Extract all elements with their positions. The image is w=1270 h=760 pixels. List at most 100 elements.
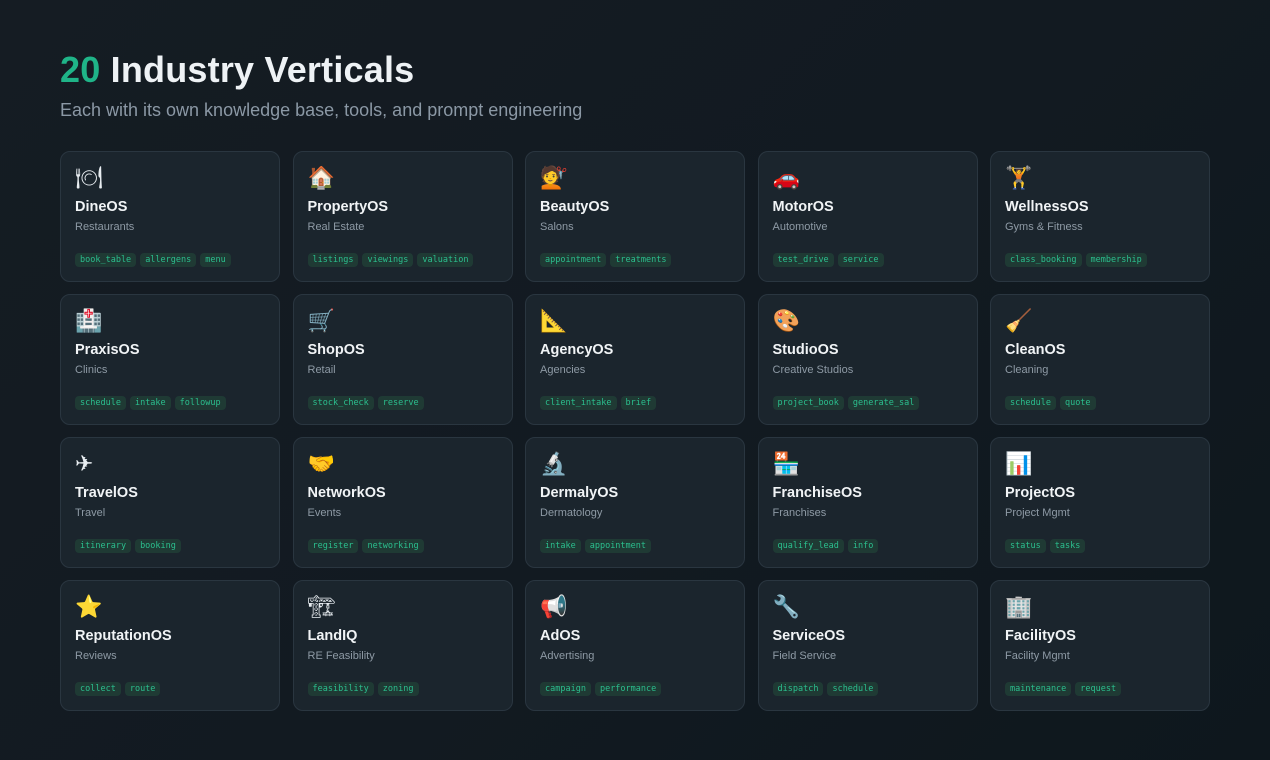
tool-tag: client_intake xyxy=(540,396,617,410)
card-title: TravelOS xyxy=(75,485,138,501)
construction-icon: 🏗 xyxy=(307,595,336,620)
card-title: ReputationOS xyxy=(75,628,172,644)
card-title: LandIQ xyxy=(307,628,358,644)
vertical-card[interactable]: 🏥 PraxisOS Clinics schedule intake followup xyxy=(60,294,280,425)
vertical-card[interactable]: 🎨 StudioOS Creative Studios project_book gen… xyxy=(757,294,978,425)
vertical-card[interactable]: 🧹 CleanOS Cleaning schedule quote xyxy=(990,294,1210,425)
tool-tag: brief xyxy=(620,396,657,410)
vertical-card[interactable]: 🚗 MotorOS Automotive test_drive service xyxy=(757,151,978,282)
tool-tag: intake xyxy=(540,539,581,553)
card-subtitle: Cleaning xyxy=(1005,364,1049,376)
hospital-icon: 🏥 xyxy=(75,309,103,334)
wrench-icon: 🔧 xyxy=(772,595,800,620)
tool-tag: class_booking xyxy=(1005,253,1082,267)
tool-tags: itinerary booking xyxy=(75,539,181,553)
tool-tag: campaign xyxy=(540,682,591,696)
vertical-card[interactable]: 📢 AdOS Advertising campaign performance xyxy=(525,580,745,711)
tool-tag: generate_sal xyxy=(847,396,920,410)
tool-tags: feasibility zoning xyxy=(307,682,419,696)
tool-tags: campaign performance xyxy=(540,682,662,696)
vertical-card[interactable]: 🛒 ShopOS Retail stock_check reserve xyxy=(292,294,513,425)
tool-tag: stock_check xyxy=(307,396,374,410)
star-icon: ⭐ xyxy=(75,595,103,620)
tool-tags: listings viewings valuation xyxy=(307,253,474,267)
tool-tag: qualify_lead xyxy=(772,539,844,553)
vertical-card[interactable]: 🤝 NetworkOS Events register networking xyxy=(292,437,513,568)
haircut-icon: 💇 xyxy=(540,166,568,191)
tool-tag: feasibility xyxy=(307,682,374,696)
tool-tag: appointment xyxy=(540,253,607,267)
card-title: DermalyOS xyxy=(540,485,619,501)
tool-tag: status xyxy=(1005,539,1046,553)
tool-tag: collect xyxy=(75,682,121,696)
card-subtitle: Dermatology xyxy=(540,507,603,519)
vertical-card[interactable]: 📐 AgencyOS Agencies client_intake brief xyxy=(525,294,745,425)
card-title: ServiceOS xyxy=(772,628,846,644)
tool-tags: stock_check reserve xyxy=(307,396,424,410)
card-subtitle: Creative Studios xyxy=(772,364,854,376)
verticals-grid: 🍽 DineOS Restaurants book_table allergens men… xyxy=(60,151,1210,711)
card-title: FranchiseOS xyxy=(772,485,862,501)
card-title: ProjectOS xyxy=(1005,485,1076,501)
tool-tags: status tasks xyxy=(1005,539,1086,553)
card-subtitle: Facility Mgmt xyxy=(1005,650,1070,662)
tool-tags: appointment treatments xyxy=(540,253,672,267)
airplane-icon: ✈ xyxy=(75,452,94,477)
tool-tag: tasks xyxy=(1049,539,1086,553)
card-subtitle: Clinics xyxy=(75,364,108,376)
handshake-icon: 🤝 xyxy=(307,452,335,477)
tool-tag: test_drive xyxy=(772,253,834,267)
megaphone-icon: 📢 xyxy=(540,595,568,620)
tool-tag: reserve xyxy=(377,396,424,410)
page-subtitle: Each with its own knowledge base, tools,… xyxy=(60,100,583,120)
card-subtitle: Reviews xyxy=(75,650,117,662)
vertical-card[interactable]: 🏗 LandIQ RE Feasibility feasibility zoning xyxy=(292,580,513,711)
tool-tag: viewings xyxy=(362,253,414,267)
card-subtitle: Franchises xyxy=(772,507,827,519)
card-subtitle: Automotive xyxy=(772,221,828,233)
card-subtitle: Gyms & Fitness xyxy=(1005,221,1083,233)
card-subtitle: RE Feasibility xyxy=(307,650,375,662)
tool-tag: quote xyxy=(1059,396,1096,410)
vertical-card[interactable]: 🏪 FranchiseOS Franchises qualify_lead info xyxy=(757,437,978,568)
shopping-cart-icon: 🛒 xyxy=(307,309,335,334)
card-title: FacilityOS xyxy=(1005,628,1076,644)
plate-cutlery-icon: 🍽 xyxy=(75,166,103,191)
card-title: MotorOS xyxy=(772,199,834,215)
tool-tags: book_table allergens menu xyxy=(75,253,231,267)
house-icon: 🏠 xyxy=(307,166,335,191)
tool-tag: appointment xyxy=(584,539,652,553)
weightlifter-icon: 🏋 xyxy=(1005,166,1033,191)
triangle-ruler-icon: 📐 xyxy=(540,309,568,334)
vertical-card[interactable]: 🔧 ServiceOS Field Service dispatch schedule xyxy=(757,580,978,711)
tool-tag: menu xyxy=(200,253,231,267)
vertical-card[interactable]: 💇 BeautyOS Salons appointment treatments xyxy=(525,151,745,282)
tool-tag: followup xyxy=(174,396,226,410)
vertical-card[interactable]: 🏋 WellnessOS Gyms & Fitness class_booking me… xyxy=(990,151,1210,282)
page-header: 20 Industry Verticals Each with its own … xyxy=(60,50,582,121)
vertical-card[interactable]: 🏠 PropertyOS Real Estate listings viewings va… xyxy=(292,151,513,282)
vertical-card[interactable]: 🏢 FacilityOS Facility Mgmt maintenance reque… xyxy=(990,580,1210,711)
tool-tag: performance xyxy=(594,682,662,696)
tool-tag: schedule xyxy=(1005,396,1056,410)
tool-tags: client_intake brief xyxy=(540,396,657,410)
tool-tag: maintenance xyxy=(1005,682,1072,696)
tool-tag: treatments xyxy=(610,253,672,267)
tool-tag: route xyxy=(124,682,161,696)
page-title: 20 Industry Verticals xyxy=(60,50,582,90)
tool-tag: service xyxy=(837,253,884,267)
card-subtitle: Events xyxy=(307,507,342,519)
card-title: DineOS xyxy=(75,199,128,215)
vertical-card[interactable]: ✈ TravelOS Travel itinerary booking xyxy=(60,437,280,568)
vertical-card[interactable]: ⭐ ReputationOS Reviews collect route xyxy=(60,580,280,711)
tool-tag: booking xyxy=(135,539,181,553)
vertical-card[interactable]: 🍽 DineOS Restaurants book_table allergens men… xyxy=(60,151,280,282)
card-title: AdOS xyxy=(540,628,581,644)
tool-tags: qualify_lead info xyxy=(772,539,879,553)
vertical-card[interactable]: 🔬 DermalyOS Dermatology intake appointment xyxy=(525,437,745,568)
card-subtitle: Travel xyxy=(75,507,106,519)
palette-icon: 🎨 xyxy=(772,309,800,334)
vertical-card[interactable]: 📊 ProjectOS Project Mgmt status tasks xyxy=(990,437,1210,568)
tool-tags: schedule intake followup xyxy=(75,396,226,410)
tool-tags: project_book generate_sal xyxy=(772,396,920,410)
